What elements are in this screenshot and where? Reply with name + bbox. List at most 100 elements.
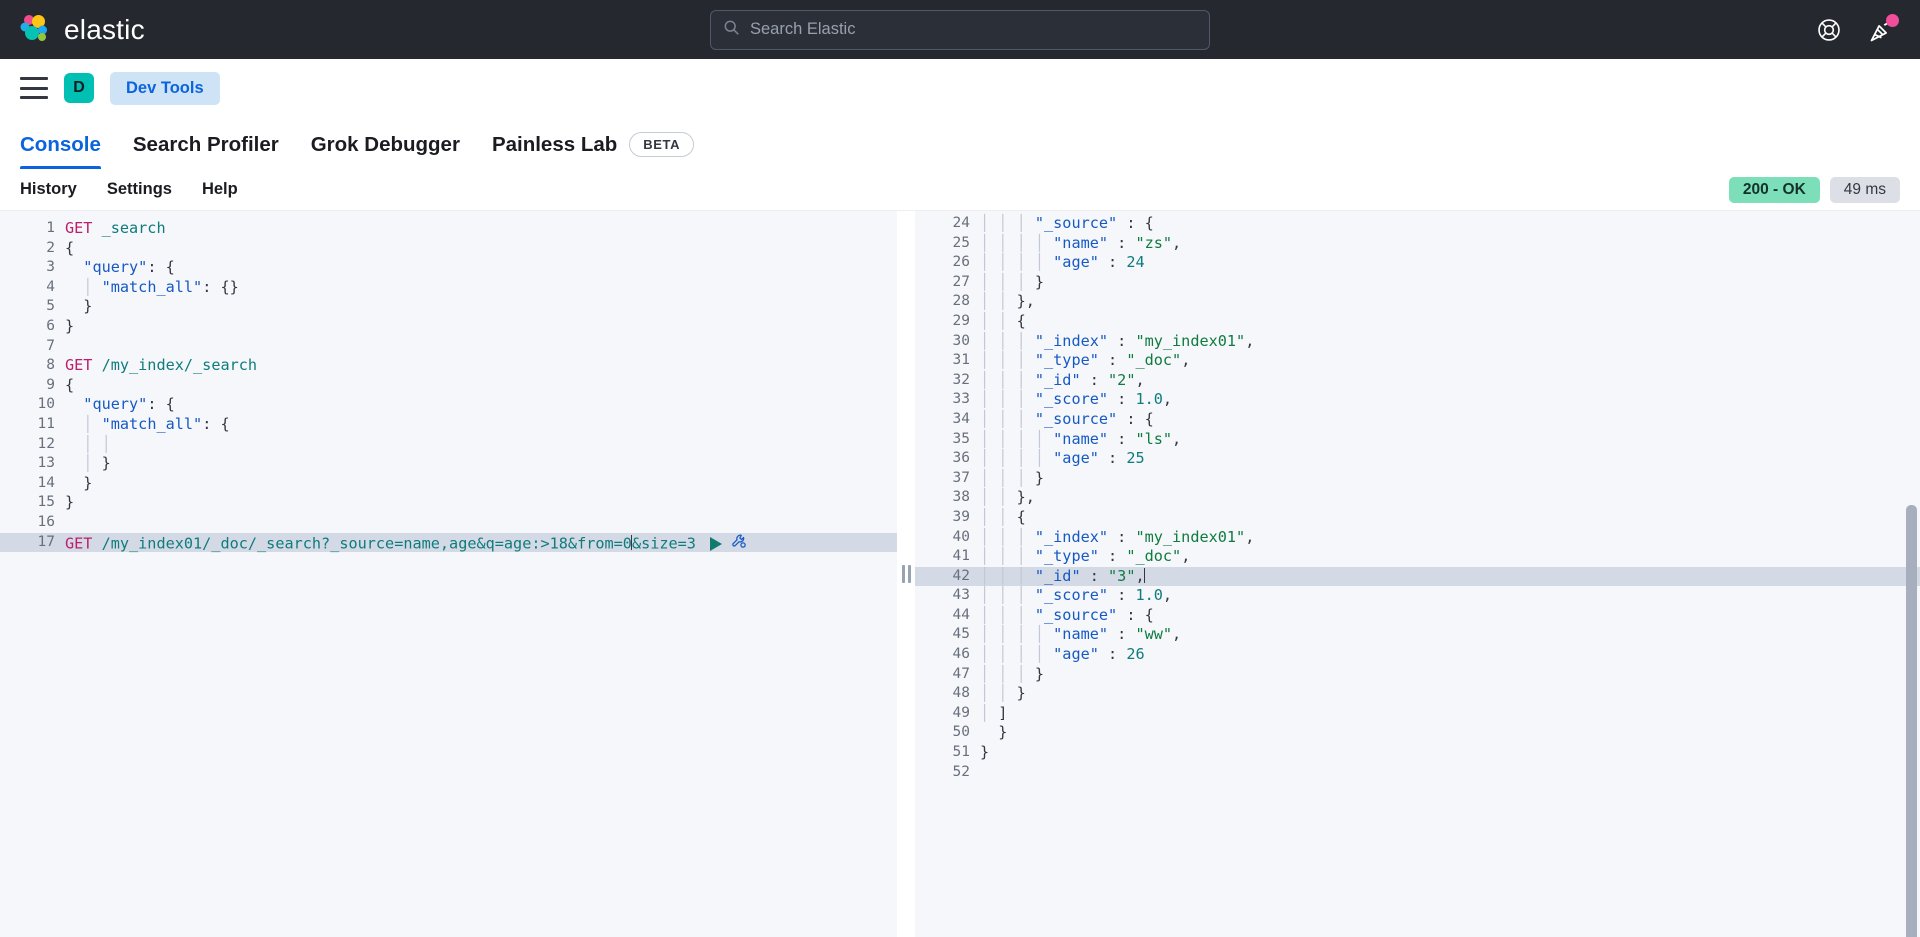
response-pane[interactable]: 24▾252627▴28▴29▾3031323334▾353637▴38▴39▾… bbox=[915, 211, 1920, 937]
line-number: 30 bbox=[952, 332, 970, 349]
tab-grok-debugger[interactable]: Grok Debugger bbox=[311, 133, 460, 169]
token-punct: , bbox=[1172, 625, 1182, 644]
code-line[interactable]: │ "match_all": {} bbox=[61, 278, 897, 298]
token-str: "my_index01" bbox=[1135, 331, 1246, 350]
code-line[interactable]: } bbox=[976, 743, 1920, 763]
line-number: 51▴ bbox=[915, 743, 984, 763]
code-line[interactable]: { bbox=[61, 239, 897, 259]
code-line[interactable]: │ │ │ │ "name" : "ww", bbox=[976, 625, 1920, 645]
code-line[interactable]: │ │ │ │ "name" : "zs", bbox=[976, 234, 1920, 254]
code-line[interactable]: { bbox=[61, 376, 897, 396]
code-line[interactable] bbox=[976, 763, 1920, 783]
token-guide: │ │ │ bbox=[980, 664, 1035, 683]
tab-painless-lab[interactable]: Painless Lab BETA bbox=[492, 132, 695, 169]
token-key: "_index" bbox=[1034, 527, 1109, 546]
wrench-options-icon[interactable] bbox=[731, 533, 748, 556]
code-line[interactable]: │ │ │ } bbox=[976, 273, 1920, 293]
code-line[interactable]: } bbox=[61, 493, 897, 513]
breadcrumb[interactable]: Dev Tools bbox=[110, 71, 220, 105]
token-num: 26 bbox=[1126, 645, 1145, 664]
code-line[interactable]: │ ] bbox=[976, 704, 1920, 724]
request-pane[interactable]: 1 2▾3▾4 5▴6▴7 8 9▾10▾11▾12 13▴14▴15▴16 17 GET … bbox=[0, 211, 897, 937]
line-number: 29▾ bbox=[915, 312, 984, 332]
code-line[interactable]: │ │ │ "_type" : "_doc", bbox=[976, 547, 1920, 567]
code-line[interactable] bbox=[61, 513, 897, 533]
token-punct: : { bbox=[1117, 409, 1154, 428]
brand[interactable]: elastic bbox=[0, 13, 145, 47]
code-line[interactable]: │ } bbox=[61, 454, 897, 474]
token-key: "name" bbox=[1053, 233, 1109, 252]
code-line[interactable]: GET /my_index01/_doc/_search?_source=nam… bbox=[61, 532, 897, 556]
code-line[interactable]: │ │ │ │ "age" : 26 bbox=[976, 645, 1920, 665]
code-line[interactable]: │ │ │ "_source" : { bbox=[976, 214, 1920, 234]
response-gutter: 24▾25 26 27▴28▴29▾30 31 32 33 34▾35 36 37▴38▴39▾… bbox=[915, 211, 984, 937]
line-number: 34▾ bbox=[915, 410, 984, 430]
code-line[interactable]: │ │ { bbox=[976, 312, 1920, 332]
token-punct: , bbox=[1245, 331, 1255, 350]
code-line[interactable]: │ │ }, bbox=[976, 488, 1920, 508]
code-line[interactable]: } bbox=[61, 474, 897, 494]
request-code[interactable]: GET _search{ "query": { │ "match_all": {… bbox=[61, 211, 897, 937]
help-lifebuoy-icon[interactable] bbox=[1816, 17, 1842, 43]
code-line[interactable]: │ │ │ } bbox=[976, 469, 1920, 489]
line-number: 2▾ bbox=[0, 239, 68, 259]
token-guide: │ │ │ │ bbox=[980, 253, 1054, 272]
token-key: "query" bbox=[83, 258, 148, 277]
code-line[interactable]: } bbox=[61, 297, 897, 317]
code-line[interactable]: "query": { bbox=[61, 258, 897, 278]
code-line[interactable]: │ │ │ "_index" : "my_index01", bbox=[976, 332, 1920, 352]
code-line[interactable]: │ │ │ "_score" : 1.0, bbox=[976, 586, 1920, 606]
code-line[interactable] bbox=[61, 337, 897, 357]
code-line[interactable]: │ │ │ │ "name" : "ls", bbox=[976, 430, 1920, 450]
hamburger-menu-icon[interactable] bbox=[20, 77, 48, 99]
tab-console[interactable]: Console bbox=[20, 133, 101, 169]
status-badge: 200 - OK bbox=[1728, 176, 1820, 203]
code-line[interactable]: │ │ │ "_source" : { bbox=[976, 606, 1920, 626]
code-line[interactable]: │ │ { bbox=[976, 508, 1920, 528]
request-gutter[interactable]: 1 2▾3▾4 5▴6▴7 8 9▾10▾11▾12 13▴14▴15▴16 17 bbox=[0, 211, 69, 937]
code-line[interactable]: │ │ │ "_id" : "2", bbox=[976, 371, 1920, 391]
token-punct bbox=[65, 415, 83, 433]
code-line[interactable]: │ │ │ "_id" : "3", bbox=[976, 566, 1920, 587]
pane-splitter[interactable] bbox=[897, 211, 915, 937]
brand-name: elastic bbox=[64, 13, 145, 45]
code-line[interactable]: } bbox=[61, 317, 897, 337]
line-number: 10▾ bbox=[0, 395, 69, 415]
token-punct: } bbox=[65, 316, 75, 335]
search-input[interactable] bbox=[750, 20, 1197, 39]
token-punct: : bbox=[1098, 547, 1127, 566]
token-guide: │ │ │ │ bbox=[980, 645, 1054, 664]
code-line[interactable]: │ │ │ "_type" : "_doc", bbox=[976, 351, 1920, 371]
history-button[interactable]: History bbox=[20, 180, 77, 199]
code-line[interactable]: │ │ } bbox=[976, 684, 1920, 704]
play-request-icon[interactable] bbox=[709, 536, 722, 551]
token-url: /my_index/_search bbox=[101, 356, 258, 375]
code-line[interactable]: │ │ │ │ "age" : 25 bbox=[976, 449, 1920, 469]
code-line[interactable]: "query": { bbox=[61, 395, 897, 415]
global-search-box[interactable] bbox=[710, 9, 1210, 50]
response-vertical-scrollbar[interactable] bbox=[1906, 505, 1917, 937]
code-line[interactable]: │ │ │ "_score" : 1.0, bbox=[976, 390, 1920, 410]
token-guide: │ │ │ bbox=[980, 272, 1035, 291]
line-number: 15▴ bbox=[0, 493, 69, 513]
code-line[interactable]: │ │ }, bbox=[976, 292, 1920, 312]
code-line[interactable]: GET _search bbox=[61, 219, 897, 239]
code-line[interactable]: │ │ │ } bbox=[976, 665, 1920, 685]
token-url: &size=3 bbox=[631, 533, 696, 552]
announcements-party-icon[interactable] bbox=[1868, 13, 1899, 44]
code-line[interactable]: } bbox=[976, 723, 1920, 743]
code-line[interactable]: │ │ bbox=[61, 435, 897, 455]
space-avatar[interactable]: D bbox=[64, 73, 94, 103]
response-code[interactable]: │ │ │ "_source" : {│ │ │ │ "name" : "zs"… bbox=[976, 211, 1920, 937]
settings-button[interactable]: Settings bbox=[107, 180, 172, 199]
code-line[interactable]: │ │ │ "_index" : "my_index01", bbox=[976, 528, 1920, 548]
code-line[interactable]: │ │ │ "_source" : { bbox=[976, 410, 1920, 430]
token-num: 25 bbox=[1126, 449, 1145, 468]
code-line[interactable]: GET /my_index/_search bbox=[61, 356, 897, 376]
line-number: 1 bbox=[46, 220, 55, 236]
code-line[interactable]: │ "match_all": { bbox=[61, 415, 897, 435]
code-line[interactable]: │ │ │ │ "age" : 24 bbox=[976, 253, 1920, 273]
tab-search-profiler[interactable]: Search Profiler bbox=[133, 133, 279, 169]
help-button[interactable]: Help bbox=[202, 180, 238, 199]
token-punct: } bbox=[65, 473, 93, 492]
